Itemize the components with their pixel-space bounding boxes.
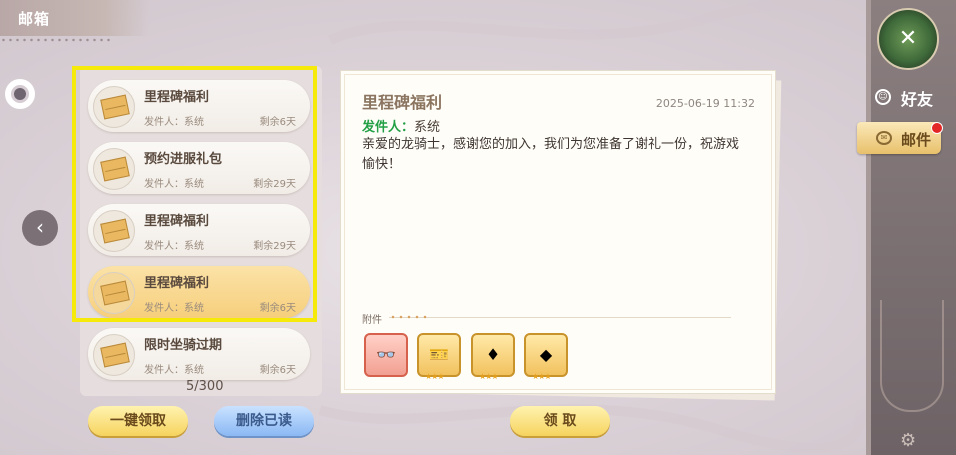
mail-list-item[interactable]: 里程碑福利发件人：系统 剩余6天 bbox=[88, 80, 310, 132]
mail-list-item[interactable]: 限时坐骑过期发件人：系统 剩余6天 bbox=[88, 328, 310, 380]
mail-sender: 发件人：系统 bbox=[144, 117, 204, 128]
envelope-icon bbox=[93, 86, 135, 128]
letter-sender: 发件人：系统 bbox=[362, 116, 440, 135]
page-title: 邮箱 bbox=[18, 10, 51, 28]
mail-title: 里程碑福利 bbox=[144, 214, 210, 229]
attachment-item[interactable]: 🎫 ★★★ bbox=[417, 333, 461, 381]
star-rating: ★★★ bbox=[532, 372, 551, 381]
attachment-item[interactable]: ♦ ★★★ bbox=[471, 333, 515, 381]
emblem-button[interactable]: ✕ bbox=[877, 8, 939, 70]
star-rating: ★★★ bbox=[479, 372, 498, 381]
mail-title: 里程碑福利 bbox=[144, 276, 210, 291]
attachment-item[interactable]: 👓 bbox=[364, 333, 408, 377]
envelope-icon bbox=[93, 148, 135, 190]
red-gem-icon: ♦ bbox=[485, 345, 501, 364]
crossed-swords-icon: ✕ bbox=[898, 26, 918, 51]
sidebar-item-mail[interactable]: ✉ 邮件 bbox=[857, 122, 943, 154]
envelope-icon bbox=[93, 210, 135, 252]
mail-icon: ✉ bbox=[876, 131, 892, 145]
friends-icon: ☺ bbox=[875, 89, 891, 105]
sidebar-item-label: 好友 bbox=[901, 90, 934, 109]
mail-sender: 发件人：系统 bbox=[144, 365, 204, 376]
sender-value: 系统 bbox=[414, 120, 441, 135]
letter-date: 2025-06-19 11:32 bbox=[655, 97, 755, 110]
attachments-label: 附件 bbox=[362, 315, 382, 326]
sidebar-edge bbox=[866, 0, 871, 455]
notification-badge bbox=[931, 122, 943, 134]
toggle-ring-icon[interactable] bbox=[5, 79, 35, 109]
mail-title: 里程碑福利 bbox=[144, 90, 210, 105]
claim-button[interactable]: 领 取 bbox=[510, 406, 610, 436]
mail-expiry: 剩余6天 bbox=[259, 303, 296, 314]
ticket-icon: 🎫 bbox=[429, 345, 449, 364]
mail-expiry: 剩余29天 bbox=[253, 241, 296, 252]
mail-count: 5/300 bbox=[186, 379, 224, 394]
title-divider bbox=[0, 37, 110, 43]
mail-list-item[interactable]: 里程碑福利发件人：系统 剩余6天 bbox=[88, 266, 310, 318]
sidebar-item-label: 邮件 bbox=[901, 131, 932, 149]
delete-read-button[interactable]: 删除已读 bbox=[214, 406, 314, 436]
envelope-icon bbox=[93, 272, 135, 314]
mail-list-item[interactable]: 里程碑福利发件人：系统 剩余29天 bbox=[88, 204, 310, 256]
settings-gear-icon: ⚙ bbox=[900, 430, 917, 451]
mail-sender: 发件人：系统 bbox=[144, 241, 204, 252]
mail-expiry: 剩余6天 bbox=[259, 365, 296, 376]
letter-body: 亲爱的龙骑士，感谢您的加入，我们为您准备了谢礼一份，祝游戏愉快！ bbox=[362, 137, 740, 172]
letter-title: 里程碑福利 bbox=[362, 93, 443, 112]
attachments-divider-dots bbox=[389, 314, 429, 320]
mail-expiry: 剩余6天 bbox=[259, 117, 296, 128]
sidebar-ornament bbox=[880, 300, 944, 412]
mail-title: 限时坐骑过期 bbox=[144, 338, 223, 353]
mail-title: 预约进服礼包 bbox=[144, 152, 223, 167]
mail-sender: 发件人：系统 bbox=[144, 303, 204, 314]
letter-panel: 里程碑福利 2025-06-19 11:32 发件人：系统 亲爱的龙骑士，感谢您… bbox=[340, 70, 776, 394]
title-bar: 邮箱 bbox=[0, 0, 150, 36]
mail-expiry: 剩余29天 bbox=[253, 179, 296, 190]
sender-label: 发件人： bbox=[362, 120, 415, 135]
attachment-item[interactable]: ◆ ★★★ bbox=[524, 333, 568, 381]
claim-all-button[interactable]: 一键领取 bbox=[88, 406, 188, 436]
sidebar-item-friends[interactable]: ☺ 好友 bbox=[872, 82, 948, 112]
envelope-icon bbox=[93, 334, 135, 376]
previous-page-button[interactable]: ‹ bbox=[22, 210, 58, 246]
blue-gem-icon: ◆ bbox=[539, 345, 553, 364]
star-rating: ★★★ bbox=[425, 372, 444, 381]
attachments-divider bbox=[389, 317, 731, 318]
glasses-icon: 👓 bbox=[376, 345, 396, 364]
mail-sender: 发件人：系统 bbox=[144, 179, 204, 190]
mail-list-item[interactable]: 预约进服礼包发件人：系统 剩余29天 bbox=[88, 142, 310, 194]
